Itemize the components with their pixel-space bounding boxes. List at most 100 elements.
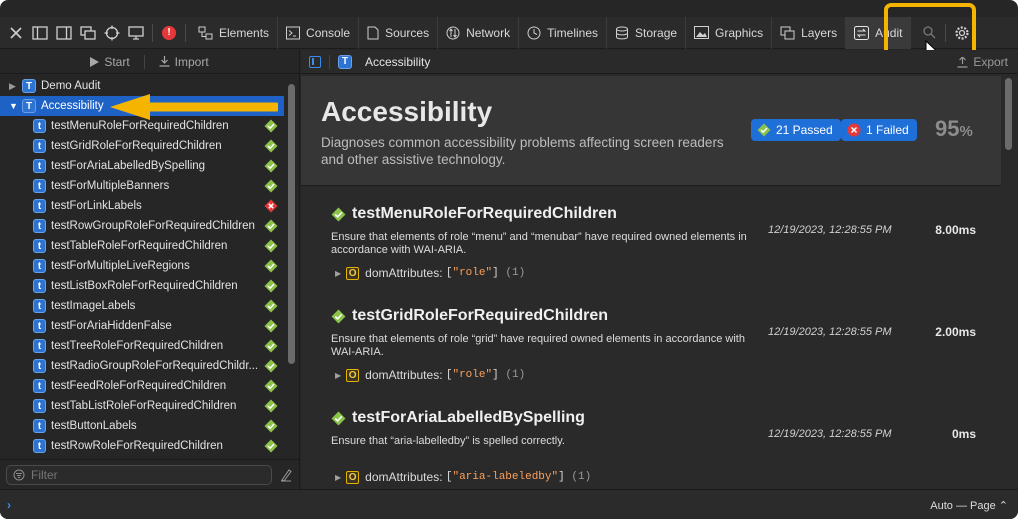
disclosure-collapsed-icon[interactable]: ▶: [9, 81, 19, 92]
clear-filter-icon[interactable]: [280, 468, 292, 482]
pass-icon: [264, 159, 278, 173]
storage-icon: [616, 26, 629, 39]
result-timestamp: 12/19/2023, 12:28:55 PM: [768, 428, 892, 440]
tab-console[interactable]: Console: [278, 16, 360, 49]
dock-left-icon[interactable]: [28, 21, 52, 45]
result-title: testMenuRoleForRequiredChildren: [331, 205, 617, 223]
tree-test-item[interactable]: t testForAriaHiddenFalse: [0, 316, 284, 336]
object-icon: O: [346, 470, 360, 484]
divider: [143, 54, 145, 69]
dom-attributes-row[interactable]: ▶ OdomAttributes: ["aria-labeledby"] (1): [335, 470, 591, 484]
attr-count: (1): [505, 267, 526, 279]
execution-context-selector[interactable]: Auto — Page ⌃: [930, 499, 1008, 512]
disclosure-collapsed-icon[interactable]: ▶: [335, 269, 341, 278]
result-title-link[interactable]: testForAriaLabelledBySpelling: [352, 409, 585, 427]
tree-test-item[interactable]: t testFeedRoleForRequiredChildren: [0, 376, 284, 396]
error-badge-icon[interactable]: !: [157, 21, 181, 45]
tab-elements[interactable]: Elements: [190, 16, 279, 49]
tab-network[interactable]: Network: [438, 16, 520, 49]
tree-test-item[interactable]: t testRowRoleForRequiredChildren: [0, 436, 284, 456]
device-icon[interactable]: [124, 21, 148, 45]
pass-icon: [264, 119, 278, 133]
audit-group-icon: T: [22, 79, 36, 93]
web-inspector-window: ! Elements Console Sources Network Timel…: [0, 0, 1018, 519]
dom-attributes-row[interactable]: ▶ OdomAttributes: ["role"] (1): [335, 368, 525, 382]
result-title-link[interactable]: testGridRoleForRequiredChildren: [352, 307, 608, 325]
import-button[interactable]: Import: [159, 55, 209, 69]
filter-input[interactable]: [31, 467, 251, 482]
test-case-icon: t: [33, 199, 46, 213]
result-timestamp: 12/19/2023, 12:28:55 PM: [768, 224, 892, 236]
tree-test-item[interactable]: t testGridRoleForRequiredChildren: [0, 136, 284, 156]
test-label: testTreeRoleForRequiredChildren: [51, 340, 224, 352]
test-case-icon: t: [33, 439, 46, 453]
test-list: t testMenuRoleForRequiredChildren t testGri…: [0, 116, 284, 456]
content-scroll-thumb[interactable]: [1005, 78, 1012, 150]
tree-test-item[interactable]: t testButtonLabels: [0, 416, 284, 436]
start-button[interactable]: Start: [90, 55, 130, 69]
tree-test-item[interactable]: t testForAriaLabelledBySpelling: [0, 156, 284, 176]
console-prompt[interactable]: ›: [7, 498, 11, 512]
result-item: testGridRoleForRequiredChildren Ensure th…: [301, 289, 1001, 391]
close-icon[interactable]: [4, 21, 28, 45]
tree-test-item[interactable]: t testForMultipleLiveRegions: [0, 256, 284, 276]
audit-tree: ▶ T Demo Audit ▼ T Accessibility t testMe…: [0, 76, 284, 456]
dom-attributes-row[interactable]: ▶ OdomAttributes: ["role"] (1): [335, 266, 525, 280]
test-label: testTableRoleForRequiredChildren: [51, 240, 228, 252]
pass-icon: [331, 309, 346, 323]
dock-right-icon[interactable]: [52, 21, 76, 45]
passed-filter-button[interactable]: 21 Passed: [751, 119, 841, 141]
tree-test-item[interactable]: t testTreeRoleForRequiredChildren: [0, 336, 284, 356]
filter-field[interactable]: [6, 464, 272, 485]
attr-value: "role": [452, 267, 493, 279]
tree-test-item[interactable]: t testListBoxRoleForRequiredChildren: [0, 276, 284, 296]
test-label: testListBoxRoleForRequiredChildren: [51, 280, 238, 292]
tree-test-item[interactable]: t testForLinkLabels: [0, 196, 284, 216]
tab-storage[interactable]: Storage: [607, 16, 687, 49]
tree-test-item[interactable]: t testForMultipleBanners: [0, 176, 284, 196]
tree-test-item[interactable]: t testTableRoleForRequiredChildren: [0, 236, 284, 256]
pass-icon: [264, 399, 278, 413]
attr-bracket-open: [: [445, 369, 453, 381]
tab-timelines[interactable]: Timelines: [519, 16, 608, 49]
tab-layers[interactable]: Layers: [772, 16, 847, 49]
detach-window-icon[interactable]: [76, 21, 100, 45]
tree-test-item[interactable]: t testImageLabels: [0, 296, 284, 316]
tree-test-item[interactable]: t testRadioGroupRoleForRequiredChildr...: [0, 356, 284, 376]
tree-test-item[interactable]: t testTabListRoleForRequiredChildren: [0, 396, 284, 416]
crosshair-icon[interactable]: [100, 21, 124, 45]
failed-filter-button[interactable]: 1 Failed: [841, 119, 917, 141]
content-scrollbar[interactable]: [1004, 76, 1013, 488]
test-label: testFeedRoleForRequiredChildren: [51, 380, 227, 392]
attr-bracket-close: ]: [558, 471, 565, 483]
tab-graphics[interactable]: Graphics: [686, 16, 773, 49]
sidebar-scrollbar[interactable]: [287, 80, 296, 485]
disclosure-collapsed-icon[interactable]: ▶: [335, 371, 341, 380]
pass-percentage: 95%: [935, 116, 973, 141]
network-icon: [446, 26, 460, 39]
object-icon: O: [346, 266, 360, 280]
test-case-icon: t: [33, 419, 46, 433]
attr-count: (1): [505, 369, 526, 381]
import-icon: [159, 56, 170, 67]
sidebar-scroll-thumb[interactable]: [288, 84, 295, 364]
inspector-toolbar: ! Elements Console Sources Network Timel…: [0, 16, 1018, 49]
graphics-icon: [694, 26, 710, 39]
result-item: testForAriaLabelledBySpelling Ensure that…: [301, 391, 1001, 493]
disclosure-collapsed-icon[interactable]: ▶: [335, 473, 341, 482]
console-prompt-bar: › Auto — Page ⌃: [0, 489, 1018, 519]
disclosure-expanded-icon[interactable]: ▼: [9, 101, 19, 111]
test-case-icon: t: [33, 319, 46, 333]
tree-test-item[interactable]: t testRowGroupRoleForRequiredChildren: [0, 216, 284, 236]
fail-icon: [847, 123, 861, 137]
pass-icon: [264, 439, 278, 453]
page-title: Accessibility: [321, 96, 493, 127]
results-list: testMenuRoleForRequiredChildren Ensure th…: [301, 187, 1001, 493]
attr-count: (1): [571, 471, 592, 483]
sidebar-toggle-icon[interactable]: [309, 55, 321, 68]
result-title-link[interactable]: testMenuRoleForRequiredChildren: [352, 205, 617, 223]
export-button[interactable]: Export: [957, 55, 1008, 69]
test-label: testGridRoleForRequiredChildren: [51, 140, 222, 152]
breadcrumb[interactable]: Accessibility: [365, 55, 430, 69]
tab-sources[interactable]: Sources: [359, 16, 439, 49]
